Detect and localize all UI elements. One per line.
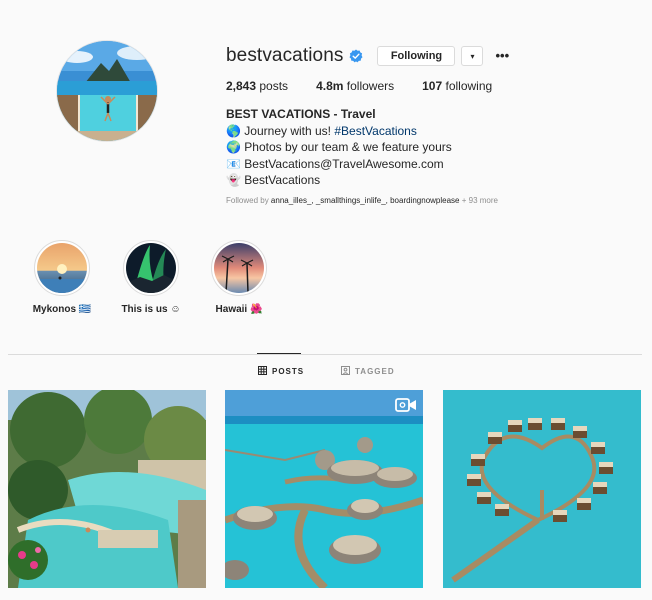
suggested-dropdown-button[interactable]: ▾ bbox=[461, 46, 484, 66]
highlight-cover bbox=[211, 240, 267, 296]
bio-line-2: 🌍 Photos by our team & we feature yours bbox=[226, 139, 636, 156]
bio-line-2-text: Photos by our team & we feature yours bbox=[244, 140, 452, 154]
following-button[interactable]: Following bbox=[377, 46, 456, 66]
profile-stats: 2,843 posts 4.8m followers 107 following bbox=[226, 79, 636, 93]
profile-avatar[interactable] bbox=[56, 40, 158, 142]
followed-by-users: anna_illes_, _smallthings_inlife_, board… bbox=[270, 195, 460, 205]
tag-user-icon bbox=[341, 366, 350, 377]
followed-by-more: + 93 more bbox=[461, 195, 498, 205]
followers-stat[interactable]: 4.8m followers bbox=[316, 79, 394, 93]
posts-grid bbox=[8, 390, 642, 588]
more-options-icon[interactable]: ••• bbox=[495, 49, 509, 62]
tabs-divider bbox=[8, 354, 642, 355]
post-thumbnail[interactable] bbox=[225, 390, 423, 588]
bio-line-1: 🌎 Journey with us! #BestVacations bbox=[226, 123, 636, 140]
highlight-label: This is us ☺ bbox=[121, 304, 181, 315]
bio-email: BestVacations@TravelAwesome.com bbox=[244, 156, 444, 171]
video-camera-icon bbox=[395, 398, 417, 412]
bio-line-1-text: Journey with us! bbox=[244, 123, 332, 138]
bio-snapchat: BestVacations bbox=[244, 173, 321, 187]
profile-full-name: BEST VACATIONS - Travel bbox=[226, 107, 376, 121]
hashtag-link[interactable]: #BestVacations bbox=[334, 124, 417, 138]
profile-info: bestvacations Following ▾ ••• 2,843 post… bbox=[226, 44, 636, 205]
active-tab-indicator bbox=[257, 353, 301, 354]
post-thumbnail[interactable] bbox=[8, 390, 206, 588]
tab-posts[interactable]: POSTS bbox=[258, 366, 304, 377]
profile-username: bestvacations bbox=[226, 45, 344, 66]
highlight-item[interactable]: Mykonos 🇬🇷 bbox=[17, 240, 107, 315]
chevron-down-icon: ▾ bbox=[470, 51, 475, 61]
followed-by-prefix: Followed by bbox=[226, 195, 269, 205]
grid-icon bbox=[258, 366, 267, 377]
highlight-cover bbox=[123, 240, 179, 296]
globe-icon: 🌍 bbox=[226, 140, 241, 154]
followers-label: followers bbox=[346, 79, 395, 93]
following-label: following bbox=[445, 79, 493, 93]
posts-count: 2,843 bbox=[226, 79, 257, 93]
highlight-cover bbox=[34, 240, 90, 296]
tab-posts-label: POSTS bbox=[272, 367, 305, 376]
verified-badge-icon bbox=[349, 49, 363, 63]
post-thumbnail[interactable] bbox=[443, 390, 641, 588]
followed-by-line[interactable]: Followed by anna_illes_, _smallthings_in… bbox=[226, 196, 636, 205]
profile-tabs: POSTS TAGGED bbox=[0, 366, 652, 380]
envelope-icon: 📧 bbox=[226, 156, 241, 171]
highlight-item[interactable]: This is us ☺ bbox=[106, 240, 196, 315]
following-count: 107 bbox=[422, 79, 443, 93]
highlight-label: Hawaii 🌺 bbox=[215, 304, 263, 315]
following-stat[interactable]: 107 following bbox=[422, 79, 492, 93]
bio-line-4: 👻 BestVacations bbox=[226, 172, 636, 189]
highlight-item[interactable]: Hawaii 🌺 bbox=[194, 240, 284, 315]
profile-header-row: bestvacations Following ▾ ••• bbox=[226, 44, 636, 68]
highlight-label: Mykonos 🇬🇷 bbox=[32, 304, 92, 315]
bio-line-3: 📧 BestVacations@TravelAwesome.com bbox=[226, 156, 636, 173]
snapchat-ghost-icon: 👻 bbox=[226, 173, 241, 187]
posts-label: posts bbox=[259, 79, 289, 93]
tab-tagged-label: TAGGED bbox=[355, 367, 395, 376]
profile-bio: BEST VACATIONS - Travel 🌎 Journey with u… bbox=[226, 106, 636, 189]
tab-tagged[interactable]: TAGGED bbox=[341, 366, 395, 377]
followers-count: 4.8m bbox=[316, 79, 344, 93]
posts-stat: 2,843 posts bbox=[226, 79, 288, 93]
globe-icon: 🌎 bbox=[226, 123, 241, 138]
